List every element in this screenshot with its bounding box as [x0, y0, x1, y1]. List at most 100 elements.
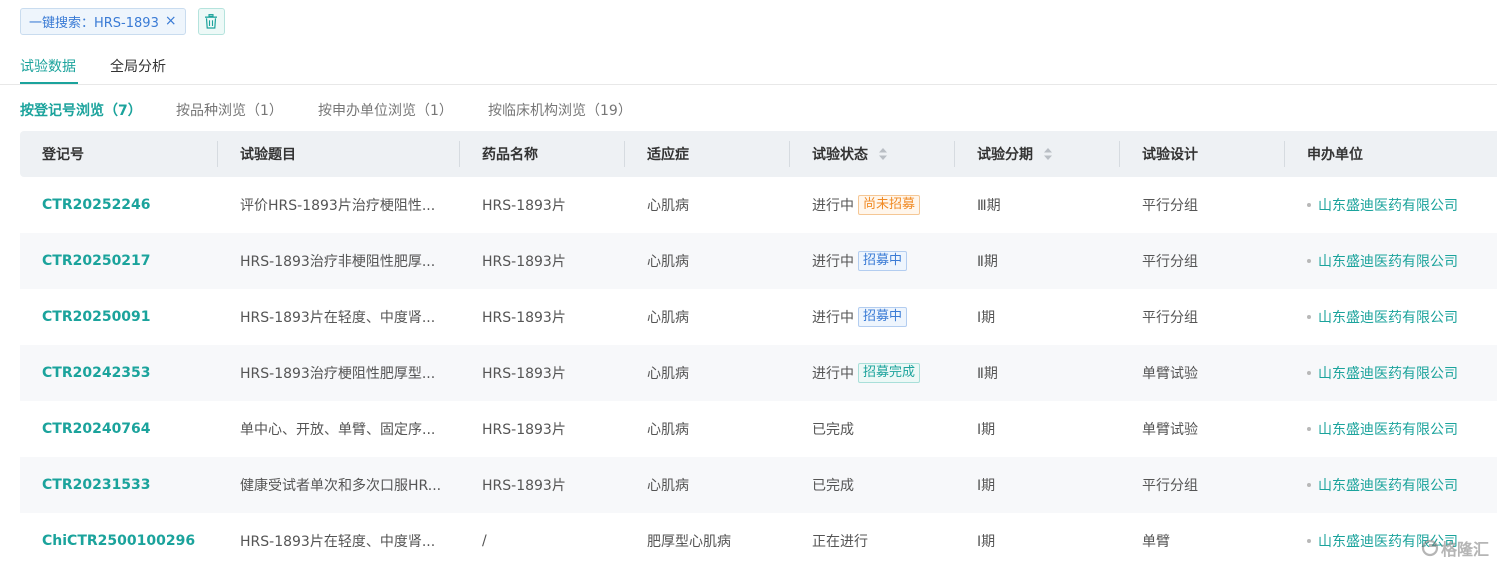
main-tabs: 试验数据 全局分析 [0, 52, 1497, 85]
trial-status-cell: 正在进行 [812, 513, 868, 564]
table-row[interactable]: ChiCTR2500100296 HRS-1893片在轻度、中度肾... / 肥厚型心… [20, 513, 1497, 564]
table-row[interactable]: CTR20242353 HRS-1893治疗梗阻性肥厚型... HRS-1893片 心… [20, 345, 1497, 401]
sponsor-link[interactable]: 山东盛迪医药有限公司 [1318, 419, 1458, 439]
sponsor-link[interactable]: 山东盛迪医药有限公司 [1318, 363, 1458, 383]
subtab-by-variety[interactable]: 按品种浏览（1） [176, 100, 283, 120]
column-divider [624, 141, 625, 167]
tab-global-analysis[interactable]: 全局分析 [110, 56, 166, 76]
trial-design: 平行分组 [1142, 198, 1198, 214]
trial-status-cell: 进行中 招募中 [812, 233, 908, 289]
table-header: 登记号 试验题目 药品名称 适应症 试验状态 试验分期 试验设计 申办单位 [20, 131, 1497, 177]
recruitment-badge: 招募完成 [858, 363, 921, 383]
table-row[interactable]: CTR20250091 HRS-1893片在轻度、中度肾... HRS-1893片 心… [20, 289, 1497, 345]
drug-name: HRS-1893片 [482, 366, 566, 382]
recruitment-badge: 尚未招募 [858, 195, 921, 215]
column-divider [459, 141, 460, 167]
table-row[interactable]: CTR20252246 评价HRS-1893片治疗梗阻性... HRS-1893片 心… [20, 177, 1497, 233]
trial-title: HRS-1893片在轻度、中度肾... [240, 310, 436, 326]
trial-phase: Ⅰ期 [977, 534, 996, 550]
trials-table: 登记号 试验题目 药品名称 适应症 试验状态 试验分期 试验设计 申办单位 CT… [20, 131, 1497, 564]
trial-status: 进行中 [812, 310, 854, 326]
tab-trial-data[interactable]: 试验数据 [20, 56, 76, 76]
drug-name: / [482, 533, 487, 549]
bullet-icon [1307, 203, 1311, 207]
sponsor-cell: 山东盛迪医药有限公司 [1307, 345, 1458, 401]
trial-status-cell: 进行中 招募中 [812, 289, 908, 345]
trial-title: 单中心、开放、单臂、固定序... [240, 422, 436, 438]
trial-status-cell: 进行中 招募完成 [812, 345, 921, 401]
search-tag[interactable]: 一键搜索：HRS-1893 × [20, 7, 186, 35]
subtab-by-institution[interactable]: 按临床机构浏览（19） [488, 100, 632, 120]
column-divider [1119, 141, 1120, 167]
drug-name: HRS-1893片 [482, 422, 566, 438]
table-row[interactable]: CTR20250217 HRS-1893治疗非梗阻性肥厚... HRS-1893片 心… [20, 233, 1497, 289]
trial-status: 已完成 [812, 422, 854, 438]
header-trial-title: 试验题目 [240, 147, 296, 163]
registration-no-link[interactable]: ChiCTR2500100296 [42, 513, 195, 564]
sponsor-link[interactable]: 山东盛迪医药有限公司 [1318, 475, 1458, 495]
indication: 心肌病 [647, 254, 689, 270]
trial-design: 单臂试验 [1142, 422, 1198, 438]
indication: 肥厚型心肌病 [647, 534, 731, 550]
search-tag-label: 一键搜索：HRS-1893 [29, 15, 159, 31]
trial-design: 平行分组 [1142, 310, 1198, 326]
trial-title: HRS-1893治疗梗阻性肥厚型... [240, 366, 436, 382]
trial-phase: Ⅱ期 [977, 366, 998, 382]
trial-design: 单臂试验 [1142, 366, 1198, 382]
indication: 心肌病 [647, 366, 689, 382]
sponsor-cell: 山东盛迪医药有限公司 [1307, 289, 1458, 345]
header-trial-phase: 试验分期 [977, 131, 1053, 177]
trial-title: 健康受试者单次和多次口服HR... [240, 478, 442, 494]
clear-search-button[interactable] [197, 7, 225, 35]
trial-status-cell: 已完成 [812, 401, 854, 457]
sort-icon[interactable] [1043, 146, 1053, 162]
sponsor-cell: 山东盛迪医药有限公司 [1307, 233, 1458, 289]
column-divider [1284, 141, 1285, 167]
close-icon[interactable]: × [165, 13, 177, 29]
header-drug-name: 药品名称 [482, 147, 538, 163]
registration-no-link[interactable]: CTR20252246 [42, 177, 151, 233]
sponsor-cell: 山东盛迪医药有限公司 [1307, 457, 1458, 513]
registration-no-link[interactable]: CTR20240764 [42, 401, 151, 457]
trial-design: 单臂 [1142, 534, 1170, 550]
sort-icon[interactable] [878, 146, 888, 162]
bullet-icon [1307, 539, 1311, 543]
indication: 心肌病 [647, 422, 689, 438]
trial-phase: Ⅱ期 [977, 254, 998, 270]
registration-no-link[interactable]: CTR20250217 [42, 233, 151, 289]
column-divider [789, 141, 790, 167]
trial-status: 进行中 [812, 366, 854, 382]
registration-no-link[interactable]: CTR20250091 [42, 289, 151, 345]
sponsor-cell: 山东盛迪医药有限公司 [1307, 401, 1458, 457]
drug-name: HRS-1893片 [482, 478, 566, 494]
registration-no-link[interactable]: CTR20242353 [42, 345, 151, 401]
bullet-icon [1307, 427, 1311, 431]
subtab-by-sponsor[interactable]: 按申办单位浏览（1） [318, 100, 453, 120]
header-indication: 适应症 [647, 147, 689, 163]
recruitment-badge: 招募中 [858, 251, 908, 271]
trial-phase: Ⅰ期 [977, 422, 996, 438]
table-row[interactable]: CTR20240764 单中心、开放、单臂、固定序... HRS-1893片 心肌病 已… [20, 401, 1497, 457]
registration-no-link[interactable]: CTR20231533 [42, 457, 151, 513]
drug-name: HRS-1893片 [482, 198, 566, 214]
trash-icon [205, 13, 218, 29]
trial-title: HRS-1893治疗非梗阻性肥厚... [240, 254, 436, 270]
subtab-by-registration[interactable]: 按登记号浏览（7） [20, 100, 142, 120]
header-trial-design: 试验设计 [1142, 147, 1198, 163]
trial-design: 平行分组 [1142, 478, 1198, 494]
trial-status: 正在进行 [812, 534, 868, 550]
column-divider [954, 141, 955, 167]
sponsor-link[interactable]: 山东盛迪医药有限公司 [1318, 307, 1458, 327]
sponsor-link[interactable]: 山东盛迪医药有限公司 [1318, 195, 1458, 215]
indication: 心肌病 [647, 310, 689, 326]
bullet-icon [1307, 315, 1311, 319]
header-trial-status: 试验状态 [812, 131, 888, 177]
trial-design: 平行分组 [1142, 254, 1198, 270]
trial-status: 已完成 [812, 478, 854, 494]
trial-phase: Ⅰ期 [977, 478, 996, 494]
sponsor-link[interactable]: 山东盛迪医药有限公司 [1318, 251, 1458, 271]
watermark-text: 格隆汇 [1440, 540, 1489, 559]
table-row[interactable]: CTR20231533 健康受试者单次和多次口服HR... HRS-1893片 心肌病… [20, 457, 1497, 513]
trial-title: 评价HRS-1893片治疗梗阻性... [240, 198, 436, 214]
table-body: CTR20252246 评价HRS-1893片治疗梗阻性... HRS-1893片心… [20, 177, 1497, 564]
